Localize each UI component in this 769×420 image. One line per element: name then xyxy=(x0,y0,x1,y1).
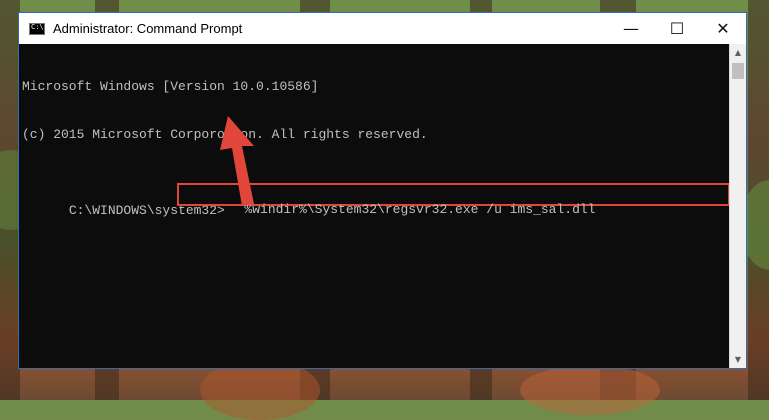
maximize-button[interactable]: ☐ xyxy=(654,13,700,44)
cmd-app-icon xyxy=(29,22,45,35)
command-text[interactable]: %windir%\System32\regsvr32.exe /u ims_sa… xyxy=(244,202,595,217)
minimize-button[interactable]: — xyxy=(608,13,654,44)
command-prompt-window[interactable]: Administrator: Command Prompt — ☐ ✕ Micr… xyxy=(18,12,747,369)
scroll-down-arrow-icon[interactable]: ▼ xyxy=(730,351,746,368)
title-bar[interactable]: Administrator: Command Prompt — ☐ ✕ xyxy=(19,13,746,44)
window-title: Administrator: Command Prompt xyxy=(53,21,243,36)
console-output[interactable]: Microsoft Windows [Version 10.0.10586] (… xyxy=(19,44,730,368)
scroll-up-arrow-icon[interactable]: ▲ xyxy=(730,44,746,61)
vertical-scrollbar[interactable]: ▲ ▼ xyxy=(729,44,746,368)
console-line-copyright: (c) 2015 Microsoft Corporotion. All righ… xyxy=(22,127,428,142)
window-controls: — ☐ ✕ xyxy=(608,13,746,44)
scroll-thumb[interactable] xyxy=(732,63,744,79)
console-line-version: Microsoft Windows [Version 10.0.10586] xyxy=(22,79,319,94)
prompt-line: C:\WINDOWS\system32> %windir%\System32\r… xyxy=(22,183,730,218)
red-pointer-arrow-icon xyxy=(220,116,254,206)
close-button[interactable]: ✕ xyxy=(700,13,746,44)
command-highlight-box: %windir%\System32\regsvr32.exe /u ims_sa… xyxy=(177,183,730,217)
